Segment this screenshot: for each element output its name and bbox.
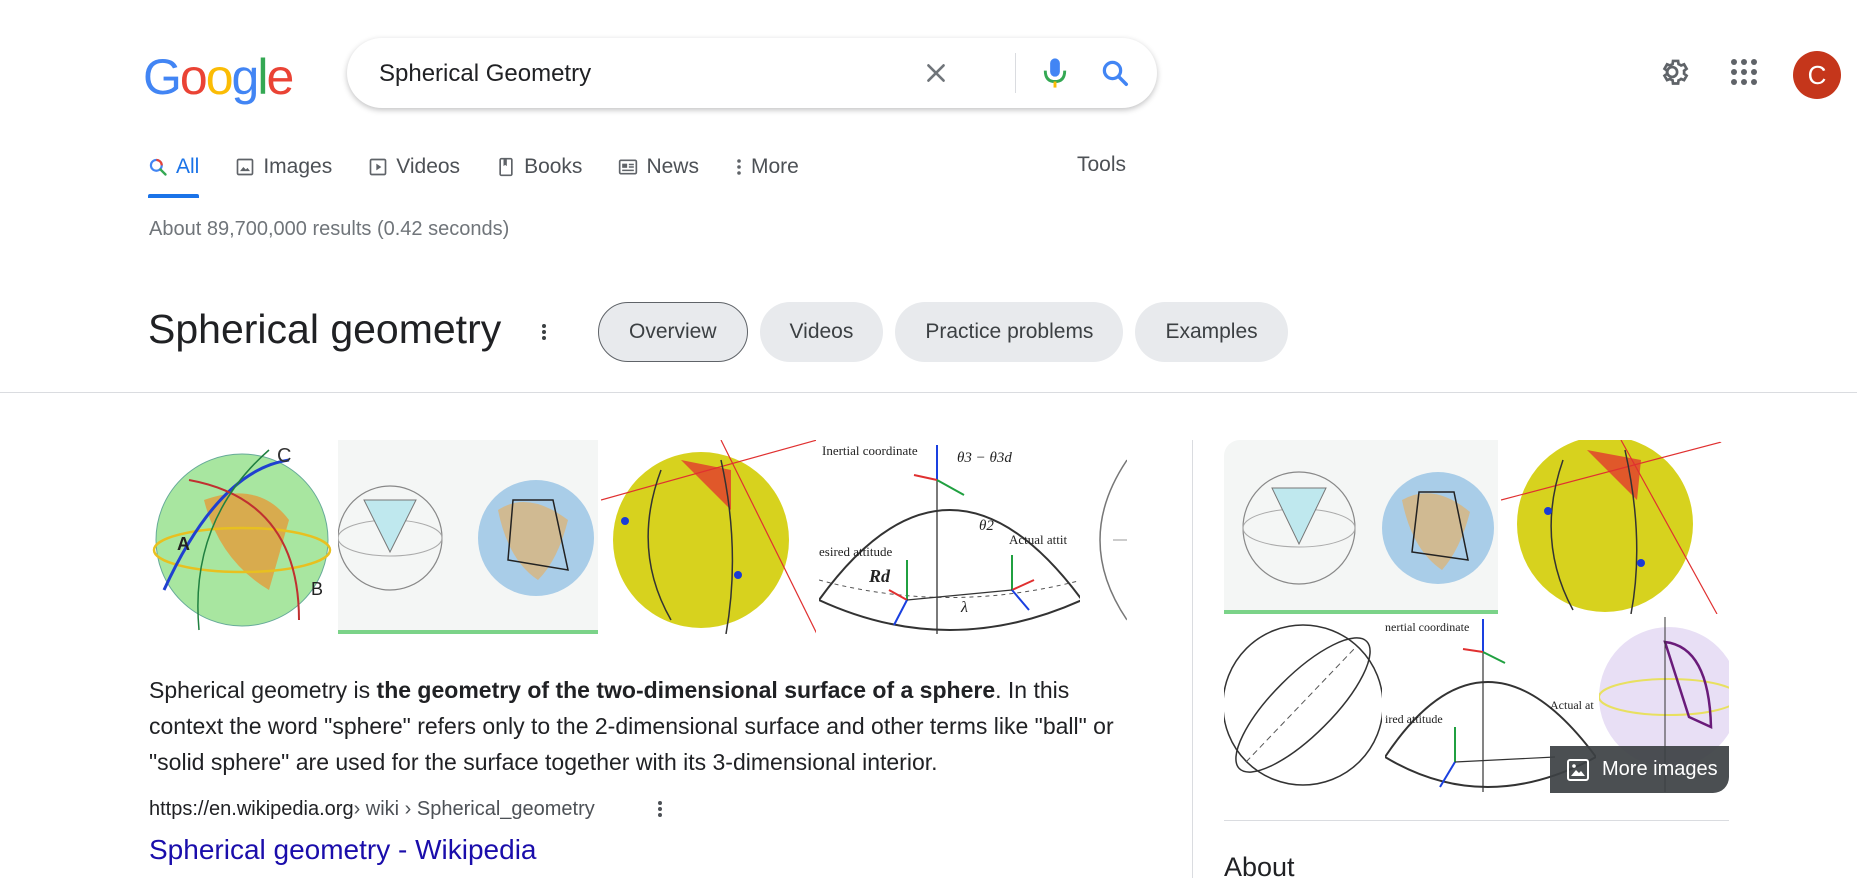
microphone-icon[interactable] (1036, 54, 1074, 92)
book-icon (499, 157, 513, 177)
search-box[interactable] (347, 38, 1157, 108)
diagram-label: θ3 − θ3d (957, 450, 1012, 466)
diagram-label: λ (960, 599, 968, 616)
diagram-label: Inertial coordinate (822, 443, 918, 458)
description: Spherical geometry is the geometry of th… (149, 672, 1129, 780)
more-vert-icon (737, 159, 741, 175)
chip-overview[interactable]: Overview (598, 302, 748, 362)
news-icon (619, 159, 638, 175)
image-thumbnail[interactable]: C A B (149, 440, 335, 634)
panel-divider (1224, 820, 1729, 821)
diagram-label-c: C (277, 445, 291, 467)
image-icon (237, 158, 254, 176)
image-thumbnail[interactable]: Inertial coordinate θ3 − θ3d Actual atti… (818, 440, 1081, 634)
image-strip: C A B Inertial coordinate θ3 − θ3d Actua… (149, 440, 1127, 634)
diagram-label-a: A (177, 534, 190, 554)
settings-gear-icon[interactable] (1655, 52, 1695, 92)
source-host: https://en.wikipedia.org (149, 798, 354, 820)
diagram-label-b: B (311, 579, 323, 599)
diagram-label: Actual at (1550, 698, 1594, 712)
play-icon (369, 158, 387, 176)
chip-videos[interactable]: Videos (759, 302, 884, 362)
more-images-button[interactable]: More images (1550, 746, 1729, 793)
tab-all[interactable]: All (148, 150, 200, 198)
more-images-label: More images (1602, 758, 1718, 780)
chip-practice-problems[interactable]: Practice problems (895, 302, 1124, 362)
image-thumbnail[interactable] (1224, 440, 1498, 614)
google-logo[interactable]: Google (143, 48, 294, 106)
tools-button[interactable]: Tools (1077, 153, 1126, 177)
source-url[interactable]: https://en.wikipedia.org › wiki › Spheri… (149, 798, 595, 821)
clear-icon[interactable] (917, 54, 955, 92)
result-stats: About 89,700,000 results (0.42 seconds) (149, 218, 510, 240)
diagram-label: ired attitude (1385, 712, 1443, 726)
tab-images[interactable]: Images (235, 150, 332, 184)
image-thumbnail[interactable] (337, 440, 599, 634)
search-icon[interactable] (1096, 54, 1134, 92)
description-highlight: the geometry of the two-dimensional surf… (376, 677, 996, 703)
tab-label: More (750, 155, 799, 178)
tab-label: News (646, 155, 699, 178)
diagram-label: Rd (868, 566, 891, 586)
image-thumbnail[interactable] (601, 440, 816, 634)
tab-books[interactable]: Books (496, 150, 582, 184)
tab-label: Images (263, 155, 333, 178)
description-text: Spherical geometry is (149, 677, 377, 703)
search-input[interactable] (379, 60, 939, 88)
image-grid: nertial coordinate ired attitude Actual … (1224, 440, 1729, 792)
result-options-icon[interactable] (650, 796, 670, 822)
chip-examples[interactable]: Examples (1135, 302, 1288, 362)
search-tabs: All Images Videos Books News More (148, 150, 835, 198)
search-divider (1015, 53, 1016, 93)
more-options-icon[interactable] (534, 318, 554, 346)
result-title-link[interactable]: Spherical geometry - Wikipedia (149, 834, 537, 866)
image-icon (1567, 758, 1589, 781)
diagram-label: nertial coordinate (1385, 620, 1469, 634)
image-thumbnail[interactable] (1501, 440, 1729, 614)
section-divider (0, 392, 1857, 393)
diagram-label: esired attitude (819, 544, 893, 559)
tab-label: Books (524, 155, 583, 178)
apps-grid-icon[interactable] (1724, 52, 1764, 92)
avatar-letter: C (1807, 59, 1827, 90)
image-thumbnail[interactable] (1224, 617, 1382, 792)
tab-videos[interactable]: Videos (368, 150, 460, 184)
column-divider (1192, 440, 1193, 878)
tab-label: All (176, 155, 200, 178)
tab-more[interactable]: More (735, 150, 799, 184)
source-path: › wiki › Spherical_geometry (353, 798, 595, 820)
about-heading: About (1224, 852, 1295, 878)
knowledge-panel-title: Spherical geometry (148, 306, 502, 352)
tab-news[interactable]: News (618, 150, 699, 184)
search-icon (149, 158, 167, 176)
account-avatar[interactable]: C (1793, 51, 1841, 99)
diagram-label: Actual attit (1009, 532, 1068, 547)
tab-label: Videos (396, 155, 461, 178)
topic-chips: Overview Videos Practice problems Exampl… (598, 302, 1288, 362)
image-thumbnail[interactable] (1083, 440, 1127, 634)
diagram-label: θ2 (979, 518, 994, 534)
